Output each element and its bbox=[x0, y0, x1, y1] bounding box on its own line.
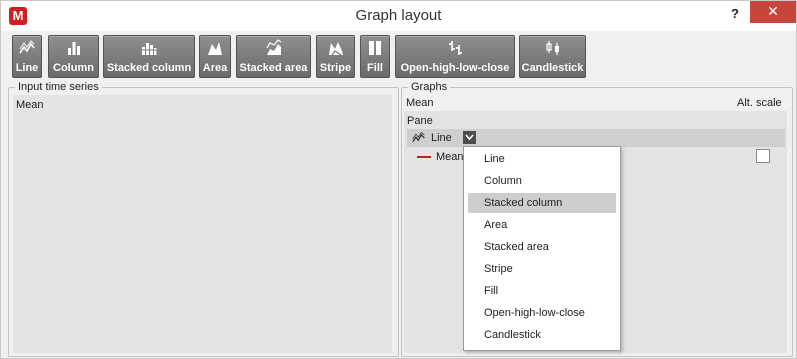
graphs-legend: Graphs bbox=[411, 81, 448, 93]
window-title: Graph layout bbox=[355, 7, 442, 24]
list-item[interactable]: Mean bbox=[16, 99, 44, 111]
toolbar-button-ohlc[interactable]: Open-high-low-close bbox=[395, 35, 515, 78]
dropdown-option-column[interactable]: Column bbox=[468, 171, 616, 191]
input-time-series-legend: Input time series bbox=[18, 81, 99, 93]
stacked-column-chart-icon bbox=[141, 43, 157, 55]
graph-type-dropdown-menu: Line Column Stacked column Area Stacked … bbox=[463, 146, 621, 351]
dropdown-option-stripe[interactable]: Stripe bbox=[468, 259, 616, 279]
toolbar-button-label: Candlestick bbox=[521, 62, 584, 74]
toolbar-button-candlestick[interactable]: Candlestick bbox=[519, 35, 586, 78]
toolbar-button-area[interactable]: Area bbox=[199, 35, 231, 78]
graph-layout-window: M Graph layout ? ✕ Line Column Stacked c… bbox=[0, 0, 797, 359]
title-bar: M Graph layout ? ✕ bbox=[1, 1, 796, 31]
candlestick-chart-icon bbox=[545, 41, 559, 55]
toolbar-button-column[interactable]: Column bbox=[48, 35, 99, 78]
toolbar-button-label: Stripe bbox=[319, 62, 352, 74]
toolbar-button-label: Line bbox=[15, 62, 39, 74]
graph-type-label: Line bbox=[431, 132, 452, 144]
toolbar-button-stacked-area[interactable]: Stacked area bbox=[236, 35, 311, 78]
toolbar-button-line[interactable]: Line bbox=[12, 35, 42, 78]
line-chart-icon bbox=[412, 132, 425, 143]
toolbar-button-label: Stacked column bbox=[106, 62, 192, 74]
chevron-down-icon bbox=[465, 134, 474, 141]
area-chart-icon bbox=[208, 42, 222, 55]
toolbar-button-fill[interactable]: Fill bbox=[360, 35, 390, 78]
toolbar-button-label: Column bbox=[53, 62, 94, 74]
help-button[interactable]: ? bbox=[723, 3, 747, 25]
graph-type-dropdown-button[interactable] bbox=[463, 131, 476, 144]
toolbar-button-label: Area bbox=[202, 62, 228, 74]
toolbar-button-label: Stacked area bbox=[239, 62, 308, 74]
series-color-swatch bbox=[417, 156, 431, 158]
graph-series-label[interactable]: Mean bbox=[436, 151, 464, 163]
dropdown-option-candlestick[interactable]: Candlestick bbox=[468, 325, 616, 345]
dropdown-option-area[interactable]: Area bbox=[468, 215, 616, 235]
column-chart-icon bbox=[67, 42, 80, 55]
stacked-area-chart-icon bbox=[265, 39, 281, 55]
toolbar-button-label: Open-high-low-close bbox=[400, 62, 510, 74]
close-button[interactable]: ✕ bbox=[750, 1, 796, 23]
toolbar-button-stacked-column[interactable]: Stacked column bbox=[103, 35, 195, 78]
line-chart-icon bbox=[19, 40, 35, 54]
ohlc-chart-icon bbox=[449, 41, 462, 55]
toolbar-button-label: Fill bbox=[367, 62, 383, 74]
toolbar-button-stripe[interactable]: Stripe bbox=[316, 35, 355, 78]
stripe-chart-icon bbox=[328, 42, 343, 56]
pane-label[interactable]: Pane bbox=[407, 115, 433, 127]
dropdown-option-line[interactable]: Line bbox=[468, 149, 616, 169]
dropdown-option-fill[interactable]: Fill bbox=[468, 281, 616, 301]
alt-scale-checkbox[interactable] bbox=[756, 149, 770, 163]
dropdown-option-stacked-area[interactable]: Stacked area bbox=[468, 237, 616, 257]
alt-scale-header: Alt. scale bbox=[737, 97, 782, 109]
dropdown-option-ohlc[interactable]: Open-high-low-close bbox=[468, 303, 616, 323]
graphs-header-series: Mean bbox=[406, 97, 434, 109]
input-series-list[interactable]: Mean bbox=[13, 95, 392, 353]
fill-chart-icon bbox=[369, 41, 381, 55]
dropdown-option-stacked-column[interactable]: Stacked column bbox=[468, 193, 616, 213]
